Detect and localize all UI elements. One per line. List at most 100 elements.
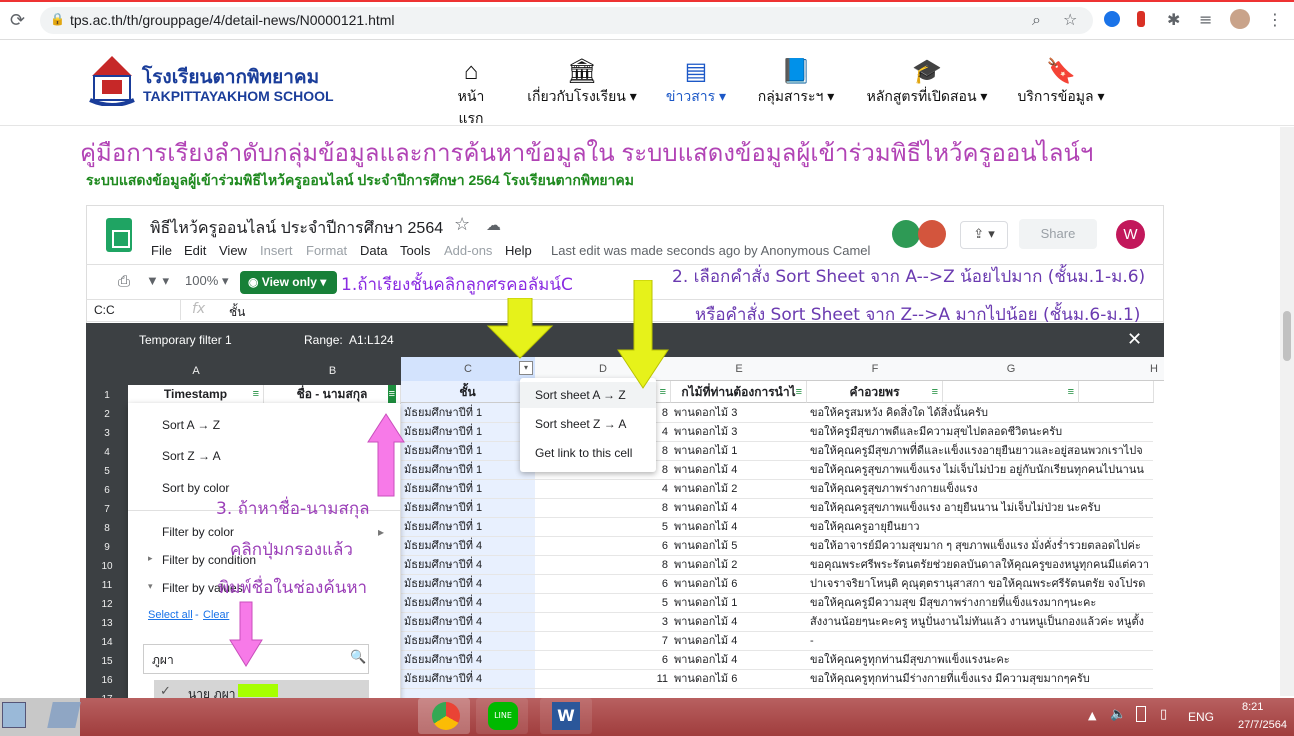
menu-view[interactable]: View [219,243,247,258]
checkmark-icon[interactable]: ✓ [160,684,171,699]
present-button[interactable]: ⇪ ▾ [960,221,1008,249]
table-cell[interactable]: สังงานน้อยๆนะคะครู หนูปั่นงานไม่ทันแล้ว … [807,613,1153,632]
row-number[interactable]: 7 [86,500,128,519]
zoom-select[interactable]: 100% [185,273,218,288]
star-icon[interactable]: ☆ [454,214,470,235]
table-cell[interactable]: 6 [535,575,671,594]
name-box[interactable]: C:C [94,303,115,317]
clear-link[interactable]: Clear [203,609,229,621]
formula-value[interactable]: ชั้น [229,303,245,322]
table-cell[interactable]: มัธยมศึกษาปีที่ 1 [401,461,535,480]
table-cell[interactable]: มัธยมศึกษาปีที่ 4 [401,632,535,651]
table-cell[interactable]: มัธยมศึกษาปีที่ 4 [401,670,535,689]
close-icon[interactable]: ✕ [1127,329,1142,350]
window-switch-icon[interactable] [47,702,81,728]
table-cell[interactable]: 4 [535,480,671,499]
filter-toggle-icon[interactable]: ≡ [796,381,802,403]
row-number[interactable]: 9 [86,538,128,557]
table-cell[interactable]: มัธยมศึกษาปีที่ 1 [401,404,535,423]
nav-departments[interactable]: 📘 กลุ่มสาระฯ ▾ [754,58,838,108]
table-cell[interactable]: พานดอกไม้ 6 [671,575,807,594]
table-cell[interactable]: ขอให้คุณครูมีความสุข มีสุขภาพร่างกายที่แ… [807,594,1153,613]
page-scrollbar[interactable] [1280,127,1294,696]
chevron-down-icon[interactable]: ▾ [222,273,229,289]
table-cell[interactable]: มัธยมศึกษาปีที่ 1 [401,499,535,518]
column-header-a[interactable]: A [128,357,264,385]
nav-services[interactable]: 🔖 บริการข้อมูล ▾ [1015,58,1107,108]
row-number[interactable]: 8 [86,519,128,538]
table-cell[interactable]: - [807,632,1153,651]
table-cell[interactable]: พานดอกไม้ 2 [671,556,807,575]
reload-icon[interactable]: ⟳ [10,10,25,31]
menu-file[interactable]: File [151,243,172,258]
nav-home[interactable]: ⌂ หน้าแรก [446,58,496,130]
table-cell[interactable]: 3 [535,613,671,632]
menu-sort-az[interactable]: Sort A → Z [162,418,220,432]
zoom-icon[interactable]: ⌕ [1032,10,1041,30]
column-dropdown-icon[interactable]: ▾ [519,361,533,375]
puzzle-icon[interactable]: ✱ [1167,10,1180,29]
table-cell[interactable]: พานดอกไม้ 4 [671,613,807,632]
table-cell[interactable]: พานดอกไม้ 5 [671,537,807,556]
range-value[interactable]: A1:L124 [349,333,394,347]
collaborator-avatar[interactable] [892,220,920,248]
table-cell[interactable]: 11 [535,670,671,689]
table-cell[interactable]: ขอให้ครูสมหวัง คิดสิ่งใด ได้สิ่งนั้นครับ [807,404,1153,423]
header-grade[interactable]: ชั้น [401,381,535,403]
row-number[interactable]: 2 [86,405,128,424]
input-language[interactable]: ENG [1188,710,1214,724]
table-cell[interactable]: มัธยมศึกษาปีที่ 1 [401,518,535,537]
table-cell[interactable]: 8 [535,556,671,575]
more-menu-icon[interactable]: ⋮ [1267,10,1283,29]
table-cell[interactable]: ขอให้คุณครูสุขภาพแข็งแรง ไม่เจ็บไม่ป่วย … [807,461,1153,480]
filter-active-icon[interactable]: ≡ [387,385,396,404]
filter-toggle-icon[interactable]: ≡ [1068,381,1074,403]
header-timestamp[interactable]: Timestamp ≡ [128,385,264,404]
filter-toggle-icon[interactable]: ≡ [253,385,259,404]
column-header-f[interactable]: F [807,357,943,381]
row-number[interactable]: 13 [86,614,128,633]
table-cell[interactable]: มัธยมศึกษาปีที่ 4 [401,556,535,575]
menu-tools[interactable]: Tools [400,243,430,258]
last-edit-text[interactable]: Last edit was made seconds ago by Anonym… [551,243,870,258]
row-number[interactable]: 4 [86,443,128,462]
table-cell[interactable]: ขอให้คุณครูสุขภาพร่างกายแข็งแรง [807,480,1153,499]
row-number[interactable]: 16 [86,671,128,690]
table-cell[interactable]: 8 [535,499,671,518]
table-cell[interactable]: 5 [535,518,671,537]
menu-edit[interactable]: Edit [184,243,206,258]
get-link-cell[interactable]: Get link to this cell [535,446,632,460]
table-cell[interactable]: 6 [535,651,671,670]
table-cell[interactable]: ปาเจราจริยาโหนฺติ คุณุตฺตรานุสาสกา ขอให้… [807,575,1153,594]
collaborator-avatar[interactable] [918,220,946,248]
table-cell[interactable]: มัธยมศึกษาปีที่ 1 [401,480,535,499]
pin-extension-icon[interactable] [1137,11,1145,27]
scrollbar-thumb[interactable] [1283,311,1291,361]
table-cell[interactable]: ขอให้คุณครูมีสุขภาพที่ดีและแข็งแรงอายุยื… [807,442,1153,461]
table-cell[interactable]: พานดอกไม้ 1 [671,442,807,461]
column-header-h[interactable]: H [1079,357,1164,381]
select-all-link[interactable]: Select all [148,609,193,621]
table-cell[interactable]: พานดอกไม้ 4 [671,518,807,537]
user-avatar[interactable]: W [1116,220,1145,249]
table-cell[interactable]: มัธยมศึกษาปีที่ 4 [401,537,535,556]
clock-date[interactable]: 27/7/2564 [1238,719,1287,731]
row-number[interactable]: 11 [86,576,128,595]
row-number[interactable]: 1 [86,386,128,405]
header-g[interactable]: ≡ [943,381,1079,403]
table-cell[interactable]: 6 [535,537,671,556]
table-cell[interactable]: พานดอกไม้ 2 [671,480,807,499]
filter-icon[interactable]: ▼ ▾ [146,273,169,289]
menu-insert[interactable]: Insert [260,243,293,258]
media-icon[interactable]: ≡ [1199,10,1212,29]
menu-sort-by-color[interactable]: Sort by color [162,481,229,495]
table-cell[interactable]: มัธยมศึกษาปีที่ 1 [401,442,535,461]
table-cell[interactable]: ขอให้คุณครูสุขภาพแข็งแรง อายุยืนนาน ไม่เ… [807,499,1153,518]
header-h[interactable] [1079,381,1154,403]
row-number[interactable]: 3 [86,424,128,443]
table-cell[interactable]: มัธยมศึกษาปีที่ 4 [401,613,535,632]
view-only-button[interactable]: ◉ View only ▾ [240,271,337,294]
table-cell[interactable]: 7 [535,632,671,651]
table-cell[interactable]: ขอให้ครูมีสุขภาพดีและมีความสุขไปตลอดชีวิ… [807,423,1153,442]
tray-expand-icon[interactable]: ▲ [1088,709,1096,722]
